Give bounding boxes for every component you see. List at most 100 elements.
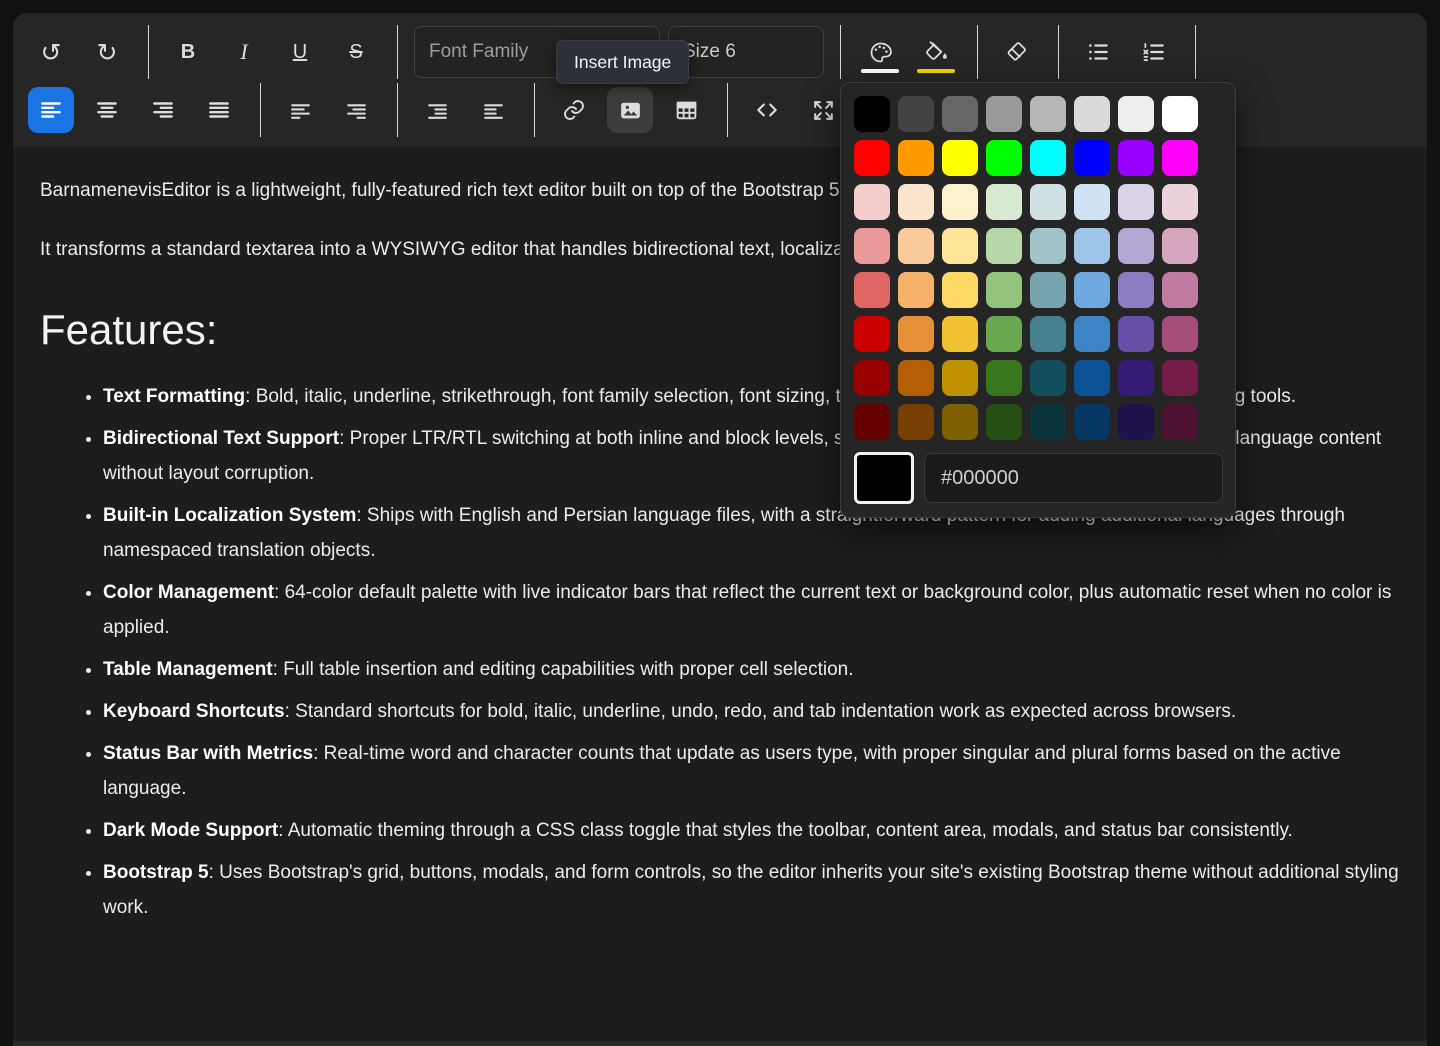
color-swatch[interactable] xyxy=(854,228,890,264)
color-swatch[interactable] xyxy=(986,96,1022,132)
align-right-icon xyxy=(150,97,176,123)
color-swatch[interactable] xyxy=(986,404,1022,440)
color-swatch[interactable] xyxy=(1030,228,1066,264)
bold-button[interactable]: B xyxy=(165,29,211,75)
color-swatch[interactable] xyxy=(1162,228,1198,264)
unordered-list-button[interactable] xyxy=(1075,29,1121,75)
color-swatch[interactable] xyxy=(1162,140,1198,176)
color-swatch[interactable] xyxy=(854,272,890,308)
color-swatch[interactable] xyxy=(942,360,978,396)
color-swatch[interactable] xyxy=(1118,404,1154,440)
palette-icon xyxy=(868,40,893,65)
color-swatch[interactable] xyxy=(898,228,934,264)
color-picker-footer xyxy=(854,452,1223,504)
color-swatch[interactable] xyxy=(1162,272,1198,308)
ordered-list-button[interactable] xyxy=(1131,29,1177,75)
color-swatch[interactable] xyxy=(986,272,1022,308)
rtl-icon xyxy=(344,98,369,123)
color-swatch[interactable] xyxy=(1074,316,1110,352)
undo-button[interactable]: ↺ xyxy=(28,29,74,75)
color-swatch[interactable] xyxy=(986,360,1022,396)
color-swatch[interactable] xyxy=(1162,360,1198,396)
hex-color-input[interactable] xyxy=(924,453,1223,503)
color-swatch[interactable] xyxy=(942,96,978,132)
font-size-select[interactable]: Size 6 xyxy=(668,26,824,78)
color-swatch[interactable] xyxy=(1118,140,1154,176)
feature-item: Status Bar with Metrics: Real-time word … xyxy=(103,736,1405,806)
color-swatch[interactable] xyxy=(854,316,890,352)
color-swatch[interactable] xyxy=(942,272,978,308)
color-swatch[interactable] xyxy=(854,184,890,220)
color-swatch[interactable] xyxy=(986,316,1022,352)
color-swatch[interactable] xyxy=(1030,272,1066,308)
color-swatch[interactable] xyxy=(1162,96,1198,132)
color-swatch[interactable] xyxy=(942,140,978,176)
color-swatch[interactable] xyxy=(854,360,890,396)
color-swatch[interactable] xyxy=(1030,404,1066,440)
redo-button[interactable]: ↻ xyxy=(84,29,130,75)
color-swatch[interactable] xyxy=(898,404,934,440)
color-swatch[interactable] xyxy=(1030,140,1066,176)
color-swatch[interactable] xyxy=(942,404,978,440)
status-bar-edge xyxy=(13,1041,1427,1046)
align-left-button[interactable] xyxy=(28,87,74,133)
insert-link-button[interactable] xyxy=(551,87,597,133)
ltr-direction-button[interactable] xyxy=(277,87,323,133)
color-swatch[interactable] xyxy=(1162,404,1198,440)
color-swatch[interactable] xyxy=(1118,228,1154,264)
unordered-list-icon xyxy=(1085,39,1111,65)
align-center-button[interactable] xyxy=(84,87,130,133)
outdent-button[interactable] xyxy=(414,87,460,133)
color-swatch[interactable] xyxy=(898,184,934,220)
color-swatch[interactable] xyxy=(1030,360,1066,396)
color-swatch[interactable] xyxy=(1074,96,1110,132)
color-swatch[interactable] xyxy=(1162,316,1198,352)
rtl-direction-button[interactable] xyxy=(333,87,379,133)
color-swatch[interactable] xyxy=(1118,316,1154,352)
clear-formatting-button[interactable] xyxy=(994,29,1040,75)
color-swatch[interactable] xyxy=(986,228,1022,264)
color-swatch[interactable] xyxy=(1074,140,1110,176)
toolbar-row-1: ↺ ↻ B I U S Font Family Size 6 xyxy=(28,25,1413,79)
color-swatch[interactable] xyxy=(1030,96,1066,132)
color-swatch[interactable] xyxy=(1074,360,1110,396)
underline-button[interactable]: U xyxy=(277,29,323,75)
color-swatch[interactable] xyxy=(1074,272,1110,308)
insert-image-button[interactable] xyxy=(607,87,653,133)
color-swatch[interactable] xyxy=(986,140,1022,176)
align-justify-button[interactable] xyxy=(196,87,242,133)
color-swatch[interactable] xyxy=(898,272,934,308)
color-swatch[interactable] xyxy=(898,96,934,132)
font-family-value: Font Family xyxy=(429,41,529,62)
color-swatch[interactable] xyxy=(1074,404,1110,440)
ordered-list-icon xyxy=(1141,39,1167,65)
insert-table-button[interactable] xyxy=(663,87,709,133)
color-swatch[interactable] xyxy=(1118,360,1154,396)
color-swatch[interactable] xyxy=(898,360,934,396)
color-swatch[interactable] xyxy=(854,96,890,132)
background-color-button[interactable] xyxy=(913,29,959,75)
color-swatch[interactable] xyxy=(898,140,934,176)
color-swatch[interactable] xyxy=(1074,228,1110,264)
color-swatch[interactable] xyxy=(854,140,890,176)
color-swatch[interactable] xyxy=(1162,184,1198,220)
color-swatch[interactable] xyxy=(1030,316,1066,352)
italic-button[interactable]: I xyxy=(221,29,267,75)
strikethrough-button[interactable]: S xyxy=(333,29,379,75)
color-swatch[interactable] xyxy=(1118,96,1154,132)
color-swatch[interactable] xyxy=(942,228,978,264)
color-swatch[interactable] xyxy=(942,316,978,352)
color-swatch[interactable] xyxy=(1118,184,1154,220)
color-swatch[interactable] xyxy=(942,184,978,220)
indent-button[interactable] xyxy=(470,87,516,133)
underline-icon: U xyxy=(292,40,308,63)
text-color-button[interactable] xyxy=(857,29,903,75)
color-swatch[interactable] xyxy=(854,404,890,440)
color-swatch[interactable] xyxy=(986,184,1022,220)
color-swatch[interactable] xyxy=(1074,184,1110,220)
source-code-button[interactable] xyxy=(744,87,790,133)
color-swatch[interactable] xyxy=(1118,272,1154,308)
color-swatch[interactable] xyxy=(898,316,934,352)
align-right-button[interactable] xyxy=(140,87,186,133)
color-swatch[interactable] xyxy=(1030,184,1066,220)
